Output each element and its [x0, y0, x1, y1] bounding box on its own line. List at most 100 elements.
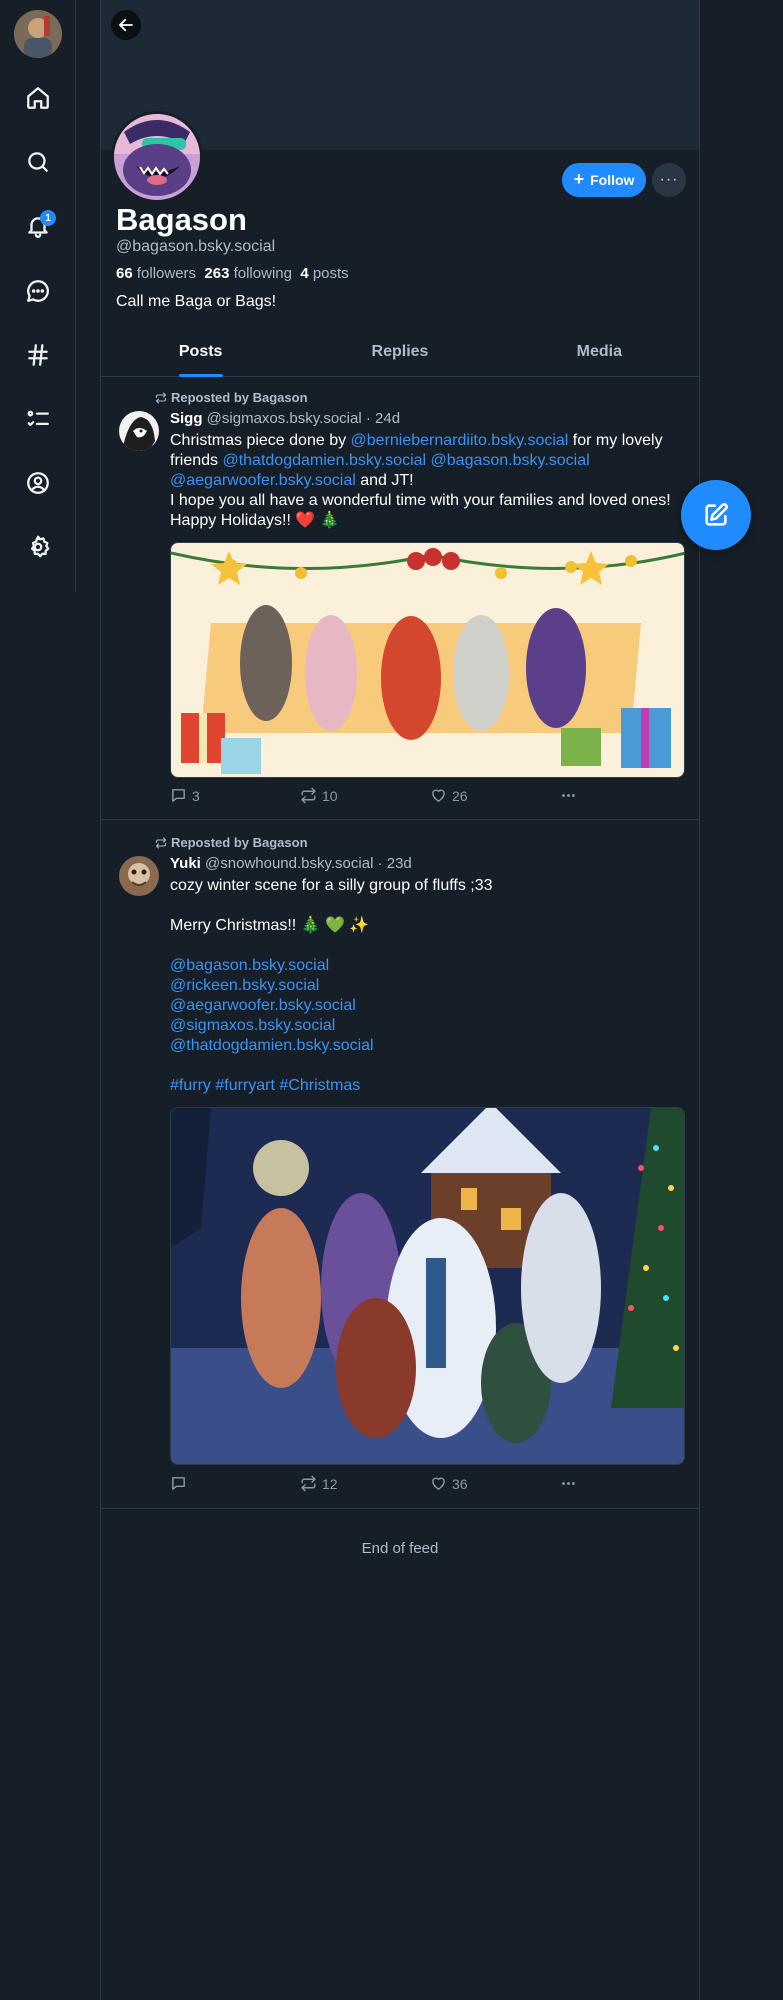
follow-button[interactable]: + Follow — [562, 163, 646, 197]
post-more-button[interactable] — [560, 1475, 577, 1492]
nav-chat[interactable] — [18, 271, 58, 311]
ellipsis-icon — [562, 1482, 575, 1485]
reply-button[interactable]: 3 — [170, 787, 200, 804]
nav-notifications[interactable]: 1 — [18, 206, 58, 246]
nav-settings[interactable] — [18, 527, 58, 567]
nav-home[interactable] — [18, 78, 58, 118]
my-avatar[interactable] — [14, 10, 62, 58]
mention-link[interactable]: @aegarwoofer.bsky.social — [170, 472, 356, 489]
post-image[interactable] — [170, 1107, 685, 1465]
mention-link[interactable]: @bagason.bsky.social — [431, 452, 590, 469]
profile-handle: @bagason.bsky.social — [116, 238, 276, 255]
following-label: following — [233, 265, 292, 282]
repost-icon — [155, 391, 167, 404]
repost-count: 12 — [322, 1475, 338, 1492]
reply-count: 3 — [192, 787, 200, 804]
tab-media[interactable]: Media — [500, 333, 699, 376]
hashtag-icon — [28, 344, 48, 366]
nav-profile[interactable] — [18, 463, 58, 503]
post-text-segment: friends — [170, 452, 223, 469]
profile-tabs: Posts Replies Media — [101, 333, 699, 377]
profile-display-name: Bagason — [116, 202, 247, 237]
post-text-segment: for my lovely — [568, 432, 663, 449]
mention-link[interactable]: @aegarwoofer.bsky.social — [170, 997, 356, 1014]
repost-icon — [301, 787, 316, 804]
followers-count: 66 — [116, 265, 133, 282]
post-author[interactable]: Sigg — [170, 410, 203, 427]
left-nav: 1 — [0, 0, 76, 592]
repost-label: Reposted by Bagason — [171, 390, 308, 405]
notification-badge: 1 — [40, 210, 56, 226]
mention-link[interactable]: @berniebernardiito.bsky.social — [351, 432, 569, 449]
posts-count: 4 — [300, 265, 309, 282]
reply-button[interactable] — [170, 1475, 192, 1492]
end-of-feed: End of feed — [361, 1540, 439, 1557]
post-text-segment: and JT! — [355, 472, 414, 489]
feed-post[interactable]: Reposted by Bagason Yuki @snowhound.bsky… — [101, 821, 699, 1509]
repost-indicator: Reposted by Bagason — [155, 390, 308, 405]
compose-button[interactable] — [681, 480, 751, 550]
ellipsis-icon — [562, 794, 575, 797]
mention-link[interactable]: @thatdogdamien.bsky.social — [170, 1037, 374, 1054]
user-icon — [27, 472, 49, 494]
follow-button-label: Follow — [590, 172, 635, 188]
back-button[interactable] — [111, 10, 141, 40]
post-actions: 3 10 26 — [170, 787, 590, 807]
hashtag-link[interactable]: #Christmas — [279, 1077, 360, 1094]
profile-bio: Call me Baga or Bags! — [116, 293, 277, 310]
nav-feeds[interactable] — [18, 335, 58, 375]
mention-link[interactable]: @rickeen.bsky.social — [170, 977, 319, 994]
repost-indicator: Reposted by Bagason — [155, 835, 308, 850]
like-button[interactable]: 36 — [430, 1475, 468, 1492]
repost-button[interactable]: 12 — [300, 1475, 338, 1492]
repost-icon — [155, 836, 167, 849]
repost-count: 10 — [322, 787, 338, 804]
post-time: · 24d — [365, 410, 401, 427]
following-count: 263 — [204, 265, 230, 282]
post-header: Sigg @sigmaxos.bsky.social · 24d — [170, 410, 400, 427]
repost-button[interactable]: 10 — [300, 787, 338, 804]
mention-link[interactable]: @sigmaxos.bsky.social — [170, 1017, 335, 1034]
comment-icon — [172, 1477, 185, 1490]
arrow-left-icon — [119, 18, 133, 32]
comment-icon — [172, 789, 185, 802]
tab-replies[interactable]: Replies — [300, 333, 499, 376]
post-time: · 23d — [377, 855, 412, 872]
avatar[interactable] — [119, 856, 159, 896]
posts-stat: 4 posts — [300, 265, 348, 282]
followers-label: followers — [136, 265, 197, 282]
post-header: Yuki @snowhound.bsky.social · 23d — [170, 855, 412, 872]
post-image[interactable] — [170, 542, 685, 778]
post-author[interactable]: Yuki — [170, 855, 201, 872]
followers-link[interactable]: 66 followers — [116, 265, 196, 282]
profile-more-button[interactable]: ··· — [652, 163, 686, 197]
plus-icon: + — [573, 169, 585, 189]
profile-avatar[interactable] — [111, 111, 203, 203]
hashtag-link[interactable]: #furry — [170, 1077, 211, 1094]
mention-link[interactable]: @thatdogdamien.bsky.social — [222, 452, 426, 469]
list-icon — [27, 410, 49, 427]
post-text: cozy winter scene for a silly group of f… — [170, 876, 690, 1096]
post-more-button[interactable] — [560, 787, 577, 804]
avatar[interactable] — [119, 411, 159, 451]
post-text-line: cozy winter scene for a silly group of f… — [170, 877, 493, 894]
hashtag-link[interactable]: #furryart — [215, 1077, 275, 1094]
following-link[interactable]: 263 following — [204, 265, 292, 282]
post-handle: @sigmaxos.bsky.social — [206, 410, 362, 427]
nav-lists[interactable] — [18, 399, 58, 439]
like-button[interactable]: 26 — [430, 787, 468, 804]
tab-posts[interactable]: Posts — [101, 333, 300, 376]
chat-icon — [27, 280, 49, 302]
feed-post[interactable]: Reposted by Bagason Sigg @sigmaxos.bsky.… — [101, 377, 699, 820]
post-actions: 12 36 — [170, 1475, 590, 1495]
posts-label: posts — [312, 265, 349, 282]
post-text-line: Merry Christmas!! 🎄 💚 ✨ — [170, 917, 370, 934]
nav-search[interactable] — [18, 142, 58, 182]
post-text-line: Happy Holidays!! ❤️ 🎄 — [170, 512, 340, 529]
post-handle: @snowhound.bsky.social — [205, 855, 374, 872]
like-count: 26 — [452, 787, 468, 804]
post-text-line: I hope you all have a wonderful time wit… — [170, 492, 671, 509]
mention-link[interactable]: @bagason.bsky.social — [170, 957, 329, 974]
heart-icon — [432, 789, 445, 802]
post-text: Christmas piece done by @berniebernardii… — [170, 431, 690, 531]
